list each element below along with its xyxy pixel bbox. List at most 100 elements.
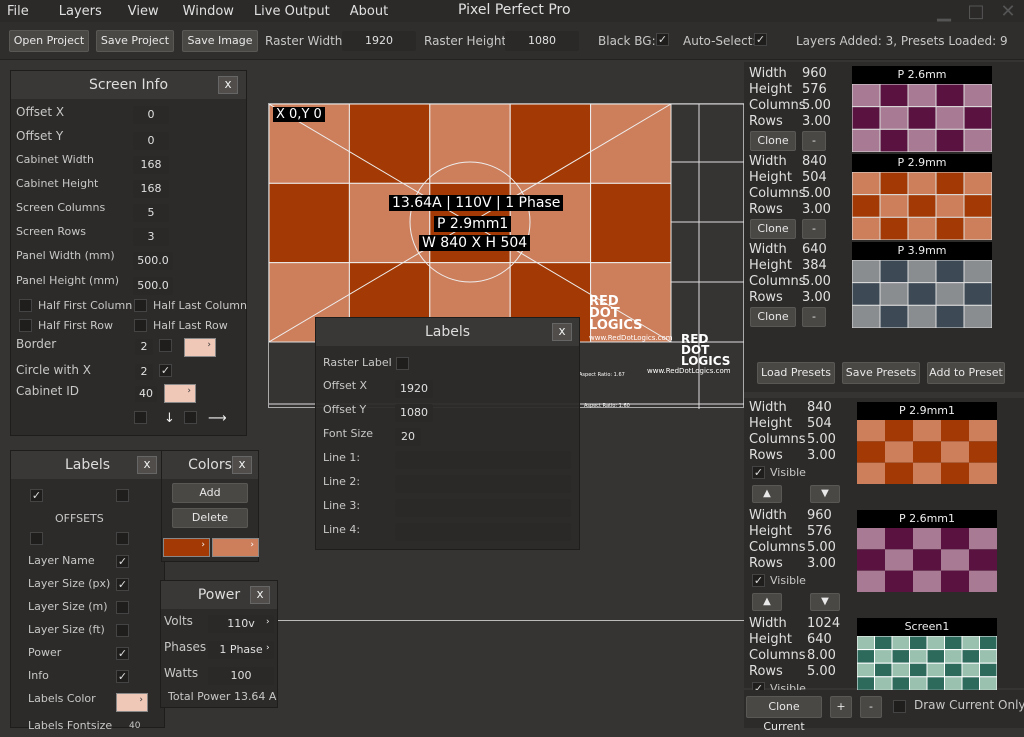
add-to-preset-button[interactable]: Add to Preset [927, 362, 1005, 384]
save-presets-button[interactable]: Save Presets [842, 362, 920, 384]
labels-check-2[interactable] [116, 489, 129, 502]
line1-input[interactable] [395, 451, 571, 469]
border-input[interactable]: 2 [135, 339, 153, 355]
screen-rows-input[interactable]: 3 [133, 228, 169, 246]
preset-remove-button[interactable]: - [802, 219, 826, 239]
color-swatch-dark-orange[interactable]: › [163, 538, 210, 557]
auto-select-checkbox[interactable]: ✓ [754, 33, 767, 46]
offset-x-input[interactable]: 0 [133, 106, 169, 124]
menu-window[interactable]: Window [176, 4, 241, 19]
cabinet-id-color-swatch[interactable]: › [164, 384, 196, 403]
layer-rows-label: Rows [749, 556, 783, 571]
load-presets-button[interactable]: Load Presets [757, 362, 835, 384]
color-swatch-light-orange[interactable]: › [212, 538, 259, 557]
panel-height-input[interactable]: 500.0 [133, 277, 173, 295]
screen-info-close-button[interactable]: x [218, 76, 238, 94]
delete-color-button[interactable]: Delete [172, 508, 248, 528]
labels-check-3[interactable] [30, 532, 43, 545]
menu-live-output[interactable]: Live Output [247, 4, 337, 19]
layer-visible-checkbox[interactable]: ✓ [752, 574, 765, 587]
border-checkbox[interactable] [159, 339, 172, 352]
circle-input[interactable]: 2 [135, 364, 153, 380]
colors-panel-close-button[interactable]: x [232, 456, 252, 474]
layer-size-ft-checkbox[interactable] [116, 624, 129, 637]
labels-color-swatch[interactable]: › [116, 693, 148, 712]
black-bg-checkbox[interactable]: ✓ [656, 33, 669, 46]
preset-clone-button[interactable]: Clone [750, 219, 796, 239]
labels-check-4[interactable] [116, 532, 129, 545]
preset-clone-button[interactable]: Clone [750, 307, 796, 327]
layer-move-down-icon[interactable]: ▼ [810, 593, 840, 611]
border-color-swatch[interactable]: › [184, 338, 216, 357]
labels-dialog-close-button[interactable]: x [552, 323, 572, 341]
add-color-button[interactable]: Add [172, 483, 248, 503]
remove-layer-button[interactable]: - [860, 696, 882, 718]
menu-file[interactable]: File [0, 4, 36, 19]
menu-view[interactable]: View [121, 4, 166, 19]
preset-thumbnail[interactable] [852, 260, 992, 328]
layer-rows-label: Rows [749, 664, 783, 679]
layer-move-up-icon[interactable]: ▲ [752, 593, 782, 611]
panel-width-input[interactable]: 500.0 [133, 252, 173, 270]
layer-size-px-checkbox[interactable]: ✓ [116, 578, 129, 591]
half-last-column-checkbox[interactable] [134, 299, 147, 312]
layer-move-up-icon[interactable]: ▲ [752, 485, 782, 503]
layer-thumbnail[interactable] [857, 528, 997, 592]
font-size-input[interactable]: 20 [395, 428, 421, 446]
draw-current-only-checkbox[interactable] [893, 700, 906, 713]
menu-about[interactable]: About [343, 4, 395, 19]
raster-width-input[interactable]: 1920 [342, 31, 416, 51]
cabinet-width-input[interactable]: 168 [133, 156, 169, 174]
open-project-button[interactable]: Open Project [9, 30, 89, 52]
phases-select[interactable]: 1 Phase [208, 641, 274, 659]
cabinet-cell [963, 304, 992, 328]
offset-y-input[interactable]: 0 [133, 132, 169, 150]
screen-columns-input[interactable]: 5 [133, 204, 169, 222]
labels-check-1[interactable]: ✓ [30, 489, 43, 502]
layer-move-down-icon[interactable]: ▼ [810, 485, 840, 503]
layer-visible-checkbox[interactable]: ✓ [752, 466, 765, 479]
minimize-icon[interactable]: ▁ [932, 3, 956, 22]
menu-layers[interactable]: Layers [52, 4, 109, 19]
layer-thumbnail[interactable] [857, 420, 997, 484]
raster-label-checkbox[interactable] [396, 357, 409, 370]
line4-input[interactable] [395, 523, 571, 541]
maximize-icon[interactable]: □ [964, 3, 988, 22]
cabinet-cell [941, 570, 969, 592]
half-last-row-checkbox[interactable] [134, 319, 147, 332]
save-project-button[interactable]: Save Project [96, 30, 174, 52]
preset-thumbnail[interactable] [852, 172, 992, 240]
preset-clone-button[interactable]: Clone [750, 131, 796, 151]
labels-panel-close-button[interactable]: x [137, 456, 157, 474]
half-last-column-label: Half Last Column [153, 299, 247, 312]
cabinet-cell [874, 662, 893, 678]
clone-current-button[interactable]: Clone Current [746, 696, 822, 733]
volts-select[interactable]: 110v [208, 615, 274, 633]
info-checkbox[interactable]: ✓ [116, 670, 129, 683]
layer-size-m-checkbox[interactable] [116, 601, 129, 614]
line2-input[interactable] [395, 475, 571, 493]
dialog-offset-y-input[interactable]: 1080 [395, 404, 433, 422]
horizontal-direction-checkbox[interactable] [184, 411, 197, 424]
close-icon[interactable]: ✕ [996, 3, 1020, 22]
cabinet-height-input[interactable]: 168 [133, 180, 169, 198]
layer-name-checkbox[interactable]: ✓ [116, 555, 129, 568]
dialog-offset-x-input[interactable]: 1920 [395, 380, 433, 398]
preset-thumbnail[interactable] [852, 84, 992, 152]
circle-checkbox[interactable]: ✓ [159, 364, 172, 377]
save-image-button[interactable]: Save Image [182, 30, 258, 52]
line3-input[interactable] [395, 499, 571, 517]
vertical-direction-checkbox[interactable] [134, 411, 147, 424]
power-checkbox[interactable]: ✓ [116, 647, 129, 660]
preset-remove-button[interactable]: - [802, 307, 826, 327]
preset-remove-button[interactable]: - [802, 131, 826, 151]
raster-height-input[interactable]: 1080 [505, 31, 579, 51]
power-panel-close-button[interactable]: x [250, 586, 270, 604]
draw-current-only-label: Draw Current Only [914, 698, 1024, 712]
cabinet-id-input[interactable]: 40 [135, 386, 157, 402]
half-first-column-checkbox[interactable] [19, 299, 32, 312]
watts-input[interactable]: 100 [208, 667, 274, 685]
preset-columns-value: 5.00 [802, 274, 831, 289]
add-layer-button[interactable]: + [830, 696, 852, 718]
half-first-row-checkbox[interactable] [19, 319, 32, 332]
